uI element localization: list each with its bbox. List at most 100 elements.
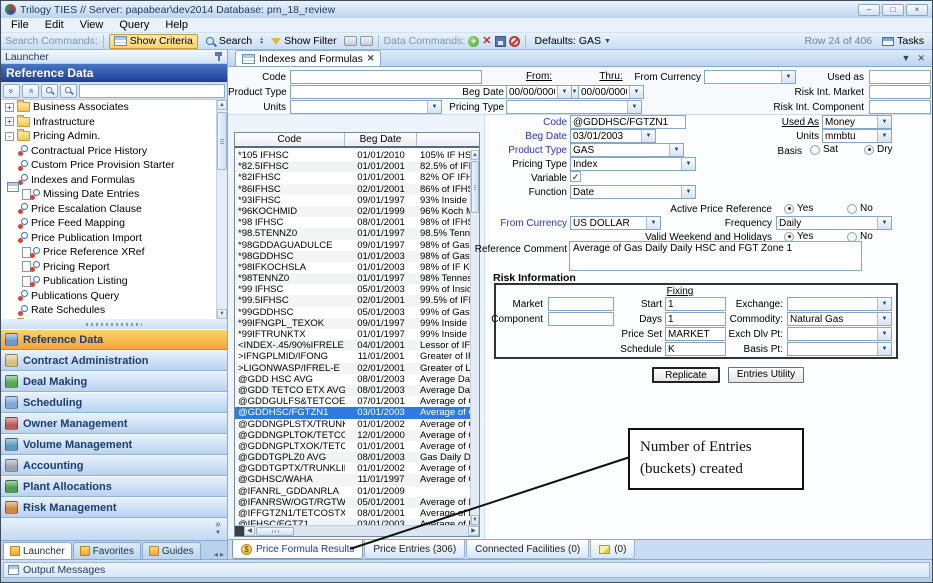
tasks-button[interactable]: Tasks [878,34,928,49]
product-type-field[interactable] [571,144,669,156]
menu-view[interactable]: View [72,19,112,31]
product-type-select[interactable]: ▼ [570,143,684,157]
active-price-no-radio[interactable] [847,204,857,214]
show-criteria-button[interactable]: Show Criteria [109,34,198,49]
filter-beg-date-thru-input[interactable] [579,86,629,98]
tree-item-indexes-and-formulas[interactable]: Indexes and Formulas [1,173,216,188]
table-row[interactable]: *98GDDHSC01/01/200398% of Gas Da [235,251,470,262]
column-header-code[interactable]: Code [235,133,345,146]
dropdown-icon[interactable]: ▼ [681,158,695,170]
dropdown-icon[interactable]: ▼ [877,217,891,229]
cancel-record-icon[interactable] [509,36,520,47]
expand-icon[interactable]: + [5,117,14,126]
exch-dlv-pt-select[interactable]: ▼ [787,327,892,341]
basis-pt-field[interactable] [788,343,877,355]
table-row[interactable]: @GDDHSC/FGTZN103/01/2003Average of Ga [235,407,470,418]
tree-item-pricing-admin[interactable]: -Pricing Admin. [1,129,216,144]
tab-price-entries-306[interactable]: Price Entries (306) [364,540,465,559]
nav-overflow-button[interactable]: »▼ [215,521,221,537]
table-row[interactable]: *99IFNGPL_TEXOK09/01/199799% Inside FER [235,318,470,329]
show-filter-button[interactable]: Show Filter [267,34,341,49]
sidebar-item-contract-administration[interactable]: Contract Administration [1,350,227,371]
panel-menu-icon[interactable]: ▼ [902,53,911,63]
menu-help[interactable]: Help [157,19,196,31]
tab-0[interactable]: (0) [590,540,635,559]
tab-indexes-and-formulas[interactable]: Indexes and Formulas ✕ [235,50,381,66]
dropdown-icon[interactable]: ▼ [669,144,683,156]
table-row[interactable]: @GDDTGPTX/TRUNKLINE01/01/2002Average of … [235,463,470,474]
table-row[interactable]: @GDDGULFS&TETCOELA07/01/2001Average of G… [235,396,470,407]
basis-pt-select[interactable]: ▼ [787,342,892,356]
sidebar-item-scheduling[interactable]: Scheduling [1,392,227,413]
tree-item-price-escalation-clause[interactable]: Price Escalation Clause [1,202,216,217]
table-row[interactable]: *93IFHSC09/01/199793% Inside FER [235,195,470,206]
save-record-icon[interactable] [495,36,506,47]
basis-sat-option[interactable]: Sat [810,144,838,155]
pin-icon[interactable] [214,51,223,62]
variable-checkbox[interactable] [570,171,581,182]
collapse-icon[interactable]: - [5,132,14,141]
frequency-field[interactable] [777,217,877,229]
beg-date-field[interactable] [571,130,641,142]
sidebar-item-reference-data[interactable]: Reference Data [1,329,227,350]
table-row[interactable]: *99 IFHSC05/01/200399% of Inside F [235,284,470,295]
frequency-select[interactable]: ▼ [776,216,892,230]
scroll-right-icon[interactable]: ▸ [220,550,224,559]
table-row[interactable]: >LIGONWASP/IFREL-E02/01/2001Greater of L… [235,363,470,374]
dropdown-icon[interactable]: ▼ [629,86,643,98]
table-row[interactable]: *86IFHSC02/01/200186% of IFHSC S [235,184,470,195]
filter-beg-date-from-input[interactable] [507,86,557,98]
tree-item-price-publication-import[interactable]: Price Publication Import [1,231,216,246]
tab-guides[interactable]: Guides [142,542,201,559]
expand-all-button[interactable]: » [22,84,39,98]
minimize-button[interactable]: – [858,4,880,16]
table-row[interactable]: @GDHSC/WAHA11/01/1997Average of Ga [235,474,470,485]
table-row[interactable]: *105 IFHSC01/01/2010105% IF HSC [235,150,470,161]
table-row[interactable]: *82.5IFHSC01/01/200182.5% of IFHSC [235,161,470,172]
dropdown-icon[interactable]: ▼ [877,343,891,355]
filter-beg-date-from-select[interactable]: ▼ [506,85,572,99]
tree-item-publication-listing[interactable]: Publication Listing [1,274,216,289]
tree-item-price-feed-mapping[interactable]: Price Feed Mapping [1,216,216,231]
table-row[interactable]: @GDDTGPLZ0 AVG08/01/2003Gas Daily Daily [235,452,470,463]
tree-item-contractual-price-history[interactable]: Contractual Price History [1,144,216,159]
valid-weekend-yes-radio[interactable] [784,232,794,242]
add-record-icon[interactable]: + [468,36,479,47]
code-field[interactable] [571,116,685,128]
scrollbar-thumb[interactable] [256,527,294,536]
filter-pricing-type-select[interactable]: ▼ [506,100,642,114]
restore-button[interactable]: □ [882,4,904,16]
close-panel-icon[interactable]: ✕ [917,53,925,64]
filter-pricing-type-input[interactable] [507,101,627,113]
entries-utility-button[interactable]: Entries Utility [728,367,804,383]
close-tab-icon[interactable]: ✕ [367,53,375,64]
expand-icon[interactable]: + [5,103,14,112]
tree-item-publications-query[interactable]: Publications Query [1,289,216,304]
function-select[interactable]: ▼ [570,185,696,199]
scroll-up-icon[interactable]: ▲ [217,100,227,110]
scroll-left-icon[interactable]: ◀ [244,526,255,536]
tree-item-infrastructure[interactable]: +Infrastructure [1,115,216,130]
table-row[interactable]: @GDD HSC AVG08/01/2003Average Daily [235,374,470,385]
tab-price-formula-results[interactable]: $Price Formula Results [232,540,363,559]
sidebar-item-risk-management[interactable]: Risk Management [1,497,227,518]
tree-item-price-reference-xref[interactable]: Price Reference XRef [1,245,216,260]
tree-item-pricing-report[interactable]: Pricing Report [1,260,216,275]
table-row[interactable]: *99GDDHSC05/01/200399% of Gas Da [235,307,470,318]
sidebar-item-owner-management[interactable]: Owner Management [1,413,227,434]
scroll-right-icon[interactable]: ▶ [468,526,479,536]
pricing-type-select[interactable]: ▼ [570,157,696,171]
units-select[interactable]: ▼ [822,129,892,143]
delete-record-icon[interactable]: ✕ [482,36,491,47]
search-button[interactable]: Search [201,34,256,49]
table-row[interactable]: *98.5TENNZ001/01/199798.5% Tenness [235,228,470,239]
commodity-field[interactable] [788,313,877,325]
scroll-down-icon[interactable]: ▼ [471,515,479,525]
dropdown-icon[interactable]: ▼ [877,116,891,128]
dropdown-icon[interactable]: ▼ [681,186,695,198]
tab-launcher[interactable]: Launcher [3,542,72,559]
filter-risk-component-input[interactable] [870,101,930,113]
exch-dlv-pt-field[interactable] [788,328,877,340]
print-icon[interactable] [344,36,357,46]
replicate-button[interactable]: Replicate [652,367,720,383]
